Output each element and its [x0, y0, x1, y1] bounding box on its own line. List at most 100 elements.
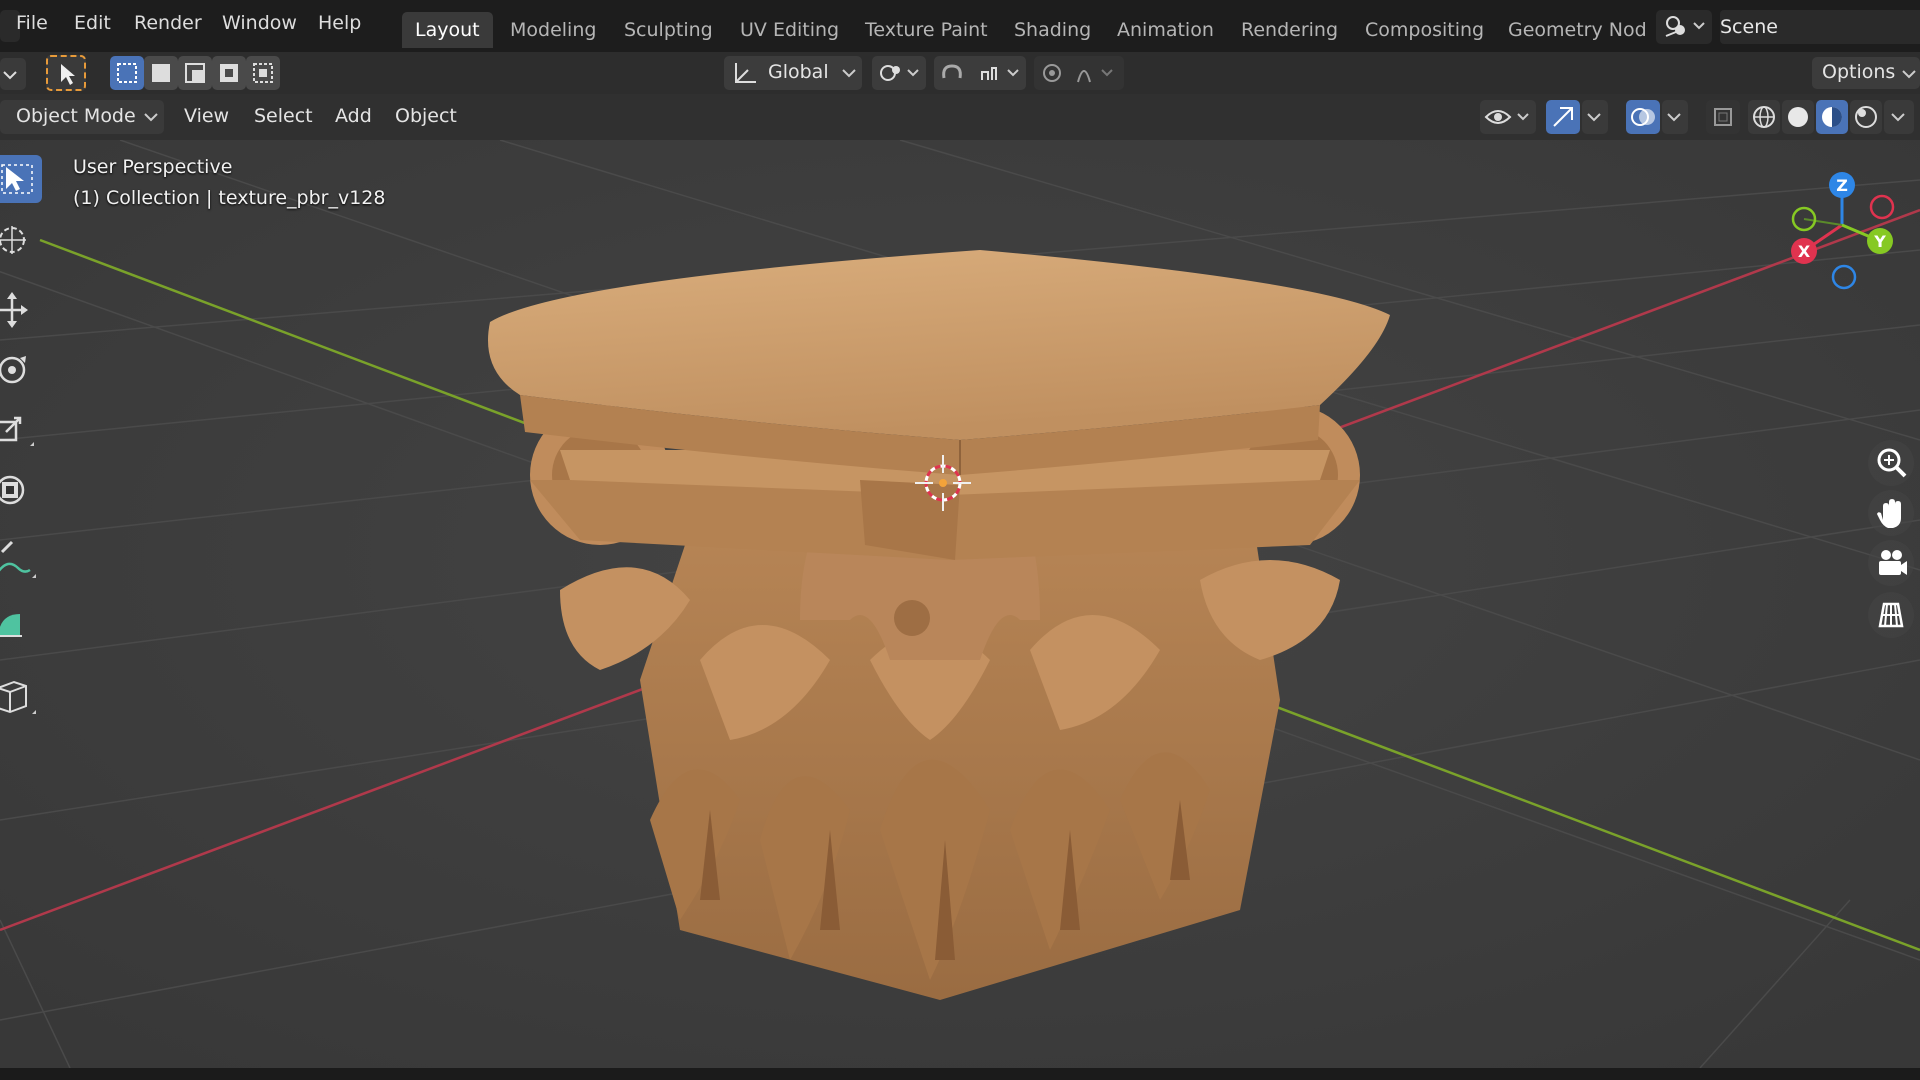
select-subtract-icon	[185, 63, 205, 83]
camera-view-button[interactable]	[1868, 540, 1914, 586]
select-mode-subtract-button[interactable]	[178, 56, 212, 90]
gizmo-dropdown[interactable]	[1582, 100, 1608, 134]
move-icon	[0, 292, 28, 328]
select-mode-intersect-button[interactable]	[246, 56, 280, 90]
select-extend-icon	[152, 64, 170, 82]
top-menu-bar: File Edit Render Window Help Layout Mode…	[0, 0, 1920, 52]
tab-sculpting[interactable]: Sculpting	[611, 12, 726, 48]
xray-icon	[1714, 108, 1732, 126]
zoom-icon	[1877, 448, 1907, 478]
transform-orientation-label: Global	[768, 61, 829, 83]
snap-toggle-button[interactable]	[934, 56, 1026, 90]
tool-select-box[interactable]	[0, 155, 42, 203]
select-intersect-icon	[253, 63, 273, 83]
tab-animation[interactable]: Animation	[1104, 12, 1227, 48]
pan-hand-icon	[1877, 499, 1901, 528]
overlays-dropdown[interactable]	[1662, 100, 1688, 134]
gizmo-y-label: Y	[1873, 232, 1886, 251]
scene-selector-button[interactable]	[1656, 10, 1712, 44]
pan-button[interactable]	[1868, 490, 1914, 536]
pivot-icon	[880, 65, 919, 81]
select-arrow-icon	[61, 64, 75, 85]
shading-material-button[interactable]	[1816, 100, 1848, 134]
options-dropdown[interactable]: Options	[1812, 57, 1920, 89]
chevron-down-icon	[144, 113, 158, 122]
tab-geometry-nodes[interactable]: Geometry Nod	[1495, 12, 1660, 48]
transform-orientation-dropdown[interactable]: Global	[724, 56, 862, 90]
gizmo-z-label: Z	[1836, 176, 1848, 195]
rendered-sphere-icon	[1855, 106, 1877, 128]
options-label: Options	[1822, 61, 1896, 83]
cursor-icon	[0, 226, 26, 254]
select-mode-extend-button[interactable]	[144, 56, 178, 90]
chevron-down-icon	[1587, 113, 1601, 122]
chevron-down-icon	[3, 71, 17, 80]
menu-object[interactable]: Object	[395, 105, 457, 127]
pivot-point-dropdown[interactable]	[872, 56, 926, 90]
gizmo-icon	[1553, 107, 1573, 127]
visibility-dropdown[interactable]	[1480, 100, 1536, 134]
tool-rotate[interactable]	[0, 346, 42, 394]
3d-viewport[interactable]: Z X Y User Perspective (1) Collection | …	[0, 140, 1920, 1068]
active-tool-button[interactable]	[46, 55, 86, 91]
proportional-editing-button[interactable]	[1034, 56, 1124, 90]
scale-icon	[0, 416, 34, 446]
annotate-icon	[0, 540, 36, 578]
shading-rendered-button[interactable]	[1850, 100, 1882, 134]
menu-edit[interactable]: Edit	[74, 12, 111, 34]
snap-magnet-icon	[942, 64, 1019, 80]
status-bar	[0, 1068, 1920, 1080]
gizmo-x-label: X	[1798, 242, 1811, 261]
tool-measure[interactable]	[0, 602, 42, 650]
grid-icon	[1878, 602, 1904, 628]
tool-transform[interactable]	[0, 466, 42, 514]
shading-dropdown[interactable]	[1884, 100, 1914, 134]
tool-cursor[interactable]	[0, 216, 42, 264]
left-toolbar	[0, 150, 46, 730]
tab-texture-paint[interactable]: Texture Paint	[852, 12, 1001, 48]
viewport-collection-label: (1) Collection | texture_pbr_v128	[73, 187, 386, 209]
tab-modeling[interactable]: Modeling	[497, 12, 609, 48]
tool-annotate[interactable]	[0, 538, 42, 586]
viewport-perspective-label: User Perspective	[73, 156, 233, 178]
overlays-icon	[1631, 108, 1655, 126]
rotate-icon	[0, 356, 26, 384]
xray-toggle-button[interactable]	[1706, 100, 1740, 134]
scene-name-text: Scene	[1720, 16, 1778, 38]
solid-sphere-icon	[1788, 107, 1808, 127]
orthographic-toggle-button[interactable]	[1868, 592, 1914, 638]
menu-add[interactable]: Add	[335, 105, 372, 127]
select-invert-icon	[220, 64, 238, 82]
tab-layout[interactable]: Layout	[402, 12, 493, 48]
select-new-icon	[117, 63, 137, 83]
tool-scale[interactable]	[0, 406, 42, 454]
tab-shading[interactable]: Shading	[1001, 12, 1104, 48]
object-mode-dropdown[interactable]: Object Mode	[0, 100, 164, 134]
tab-compositing[interactable]: Compositing	[1352, 12, 1497, 48]
tab-rendering[interactable]: Rendering	[1228, 12, 1351, 48]
menu-select[interactable]: Select	[254, 105, 313, 127]
menu-help[interactable]: Help	[318, 12, 361, 34]
chevron-down-icon	[1667, 113, 1681, 122]
shading-wireframe-button[interactable]	[1748, 100, 1780, 134]
eye-icon	[1484, 110, 1529, 124]
chevron-down-icon	[1902, 70, 1916, 79]
tab-uv-editing[interactable]: UV Editing	[727, 12, 852, 48]
select-mode-new-button[interactable]	[110, 56, 144, 90]
wireframe-sphere-icon	[1753, 106, 1775, 128]
viewport-header: Object Mode View Select Add Object	[0, 94, 1920, 140]
overlays-toggle-button[interactable]	[1626, 100, 1660, 134]
zoom-button[interactable]	[1868, 440, 1914, 486]
tool-dropdown-button[interactable]	[0, 58, 26, 90]
orientation-axes-icon	[735, 63, 756, 83]
select-box-icon	[1, 164, 33, 194]
gizmo-toggle-button[interactable]	[1546, 100, 1580, 134]
select-mode-invert-button[interactable]	[212, 56, 246, 90]
tool-add-cube[interactable]	[0, 670, 42, 718]
shading-solid-button[interactable]	[1782, 100, 1814, 134]
menu-view[interactable]: View	[184, 105, 229, 127]
menu-window[interactable]: Window	[222, 12, 297, 34]
menu-file[interactable]: File	[16, 12, 48, 34]
menu-render[interactable]: Render	[134, 12, 202, 34]
tool-move[interactable]	[0, 286, 42, 334]
